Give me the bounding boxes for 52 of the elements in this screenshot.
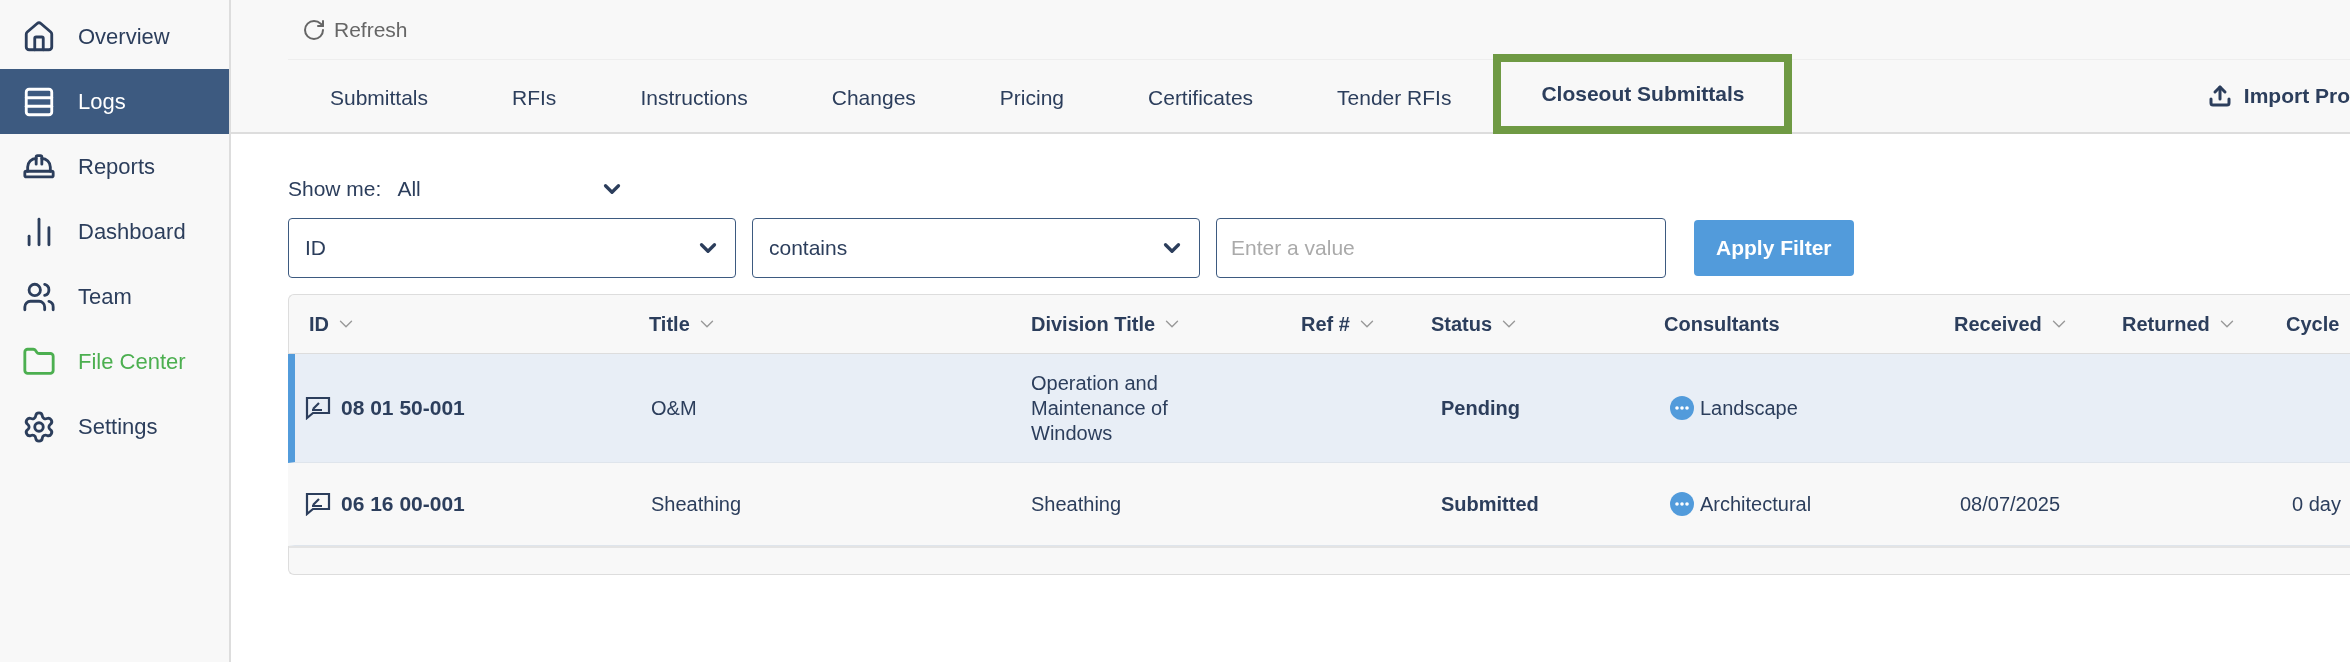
sidebar-item[interactable]: Team <box>0 264 229 329</box>
table-cell: 08/07/2025 <box>1960 492 2061 515</box>
upload-icon <box>2207 84 2232 108</box>
column-header[interactable]: Ref # <box>1291 312 1421 336</box>
table-cell-text: Submitted <box>1440 491 1540 517</box>
column-header[interactable]: ID <box>289 312 639 336</box>
table-cell-text: Sheathing <box>1030 491 1123 517</box>
show-me-label: Show me: <box>288 177 382 201</box>
table-cell-text: O&M <box>650 395 698 421</box>
ellipsis-icon <box>1670 396 1694 420</box>
column-header[interactable]: Title <box>639 312 1021 336</box>
tab[interactable]: Instructions <box>598 62 790 134</box>
table-cell: 08 01 50-001 <box>341 396 465 420</box>
message-edit-icon <box>305 492 331 516</box>
tab[interactable]: Tender RFIs <box>1295 62 1494 134</box>
tab[interactable]: Changes <box>789 62 958 134</box>
table-row[interactable]: 06 16 00-001 Sheathing Sheathing Submitted Architectural 08/07/2025 0 day <box>288 463 2350 546</box>
ellipsis-icon <box>1670 492 1694 516</box>
column-header[interactable]: Division Title <box>1021 312 1291 336</box>
table-row[interactable]: 08 01 50-001 O&M Operation and Maintenance of Windows Pending Landscape <box>288 354 2350 463</box>
operator-select[interactable]: contains <box>752 218 1200 278</box>
column-header[interactable]: Received <box>1944 312 2112 336</box>
sidebar-item[interactable]: Dashboard <box>0 199 229 264</box>
table-cell: 0 day <box>2292 492 2341 515</box>
message-edit-icon <box>305 396 331 420</box>
tab[interactable]: RFIs <box>470 62 599 134</box>
column-header[interactable]: Cycle <box>2276 312 2350 336</box>
tab[interactable]: Submittals <box>288 62 471 134</box>
tab[interactable]: Pricing <box>957 62 1107 134</box>
refresh-button[interactable]: Refresh <box>288 17 408 42</box>
table-cell: Architectural <box>1700 492 1812 516</box>
nav-icon <box>22 19 56 54</box>
table-cell: 06 16 00-001 <box>341 492 465 516</box>
sidebar-item[interactable]: Overview <box>0 4 229 69</box>
sidebar-item[interactable]: Settings <box>0 394 229 459</box>
tab[interactable]: Certificates <box>1106 62 1296 134</box>
value-input[interactable]: Enter a value <box>1216 218 1666 278</box>
sidebar-item[interactable]: Reports <box>0 134 229 199</box>
table-cell: Landscape <box>1700 396 1798 420</box>
column-header[interactable]: Returned <box>2112 312 2276 336</box>
refresh-icon <box>302 17 326 42</box>
nav-icon <box>22 409 56 444</box>
table-cell-text: Sheathing <box>650 491 743 517</box>
column-header[interactable]: Consultants <box>1654 312 1944 336</box>
tab[interactable]: Closeout Submittals <box>1493 54 1793 134</box>
table-cell-text: Pending <box>1440 395 1521 421</box>
import-button[interactable]: Import Pro <box>2207 60 2350 132</box>
column-header[interactable]: Status <box>1421 312 1654 336</box>
field-select[interactable]: ID <box>288 218 736 278</box>
sidebar-item[interactable]: Logs <box>0 69 229 134</box>
table-cell-text: Operation and Maintenance of Windows <box>1030 370 1169 446</box>
show-me-dropdown[interactable]: All <box>397 176 626 202</box>
